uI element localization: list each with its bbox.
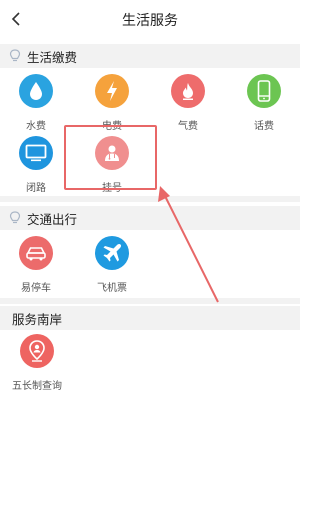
lightbulb-icon (8, 211, 22, 225)
parking-button[interactable]: 易停车 (6, 236, 66, 294)
cable-tv-button[interactable]: 闭路 (6, 136, 66, 194)
gas-bill-label: 气费 (178, 121, 198, 132)
page: 生活服务 生活缴费 水费 电费 气费 话费 闭路 挂号 交通出行 易停车 飞机票… (0, 0, 300, 522)
register-button[interactable]: 挂号 (82, 136, 142, 194)
register-label: 挂号 (102, 183, 122, 194)
tv-icon (19, 136, 53, 170)
airplane-icon (95, 236, 129, 270)
section-title-south: 服务南岸 (12, 312, 63, 327)
phone-bill-label: 话费 (254, 121, 274, 132)
flight-ticket-button[interactable]: 飞机票 (82, 236, 142, 294)
river-chief-query-label: 五长制查询 (12, 381, 62, 392)
section-title-transport: 交通出行 (27, 212, 78, 227)
gas-bill-button[interactable]: 气费 (158, 74, 218, 132)
car-icon (19, 236, 53, 270)
lightning-icon (95, 74, 129, 108)
phone-bill-button[interactable]: 话费 (234, 74, 294, 132)
section-title-life: 生活缴费 (27, 50, 78, 65)
doctor-icon (95, 136, 129, 170)
page-title: 生活服务 (122, 12, 178, 28)
flame-icon (171, 74, 205, 108)
electricity-bill-label: 电费 (102, 121, 122, 132)
section-header-south: 服务南岸 (0, 306, 300, 330)
mobile-phone-icon (247, 74, 281, 108)
parking-label: 易停车 (21, 283, 51, 294)
lightbulb-icon (8, 49, 22, 63)
top-bar: 生活服务 (0, 0, 300, 40)
river-chief-query-button[interactable]: 五长制查询 (6, 334, 68, 392)
flight-ticket-label: 飞机票 (97, 283, 127, 294)
section-header-transport: 交通出行 (0, 206, 300, 230)
electricity-bill-button[interactable]: 电费 (82, 74, 142, 132)
cable-tv-label: 闭路 (26, 183, 46, 194)
divider (0, 298, 300, 304)
divider (0, 196, 300, 202)
water-drop-icon (19, 74, 53, 108)
water-bill-label: 水费 (26, 121, 46, 132)
water-bill-button[interactable]: 水费 (6, 74, 66, 132)
section-header-life: 生活缴费 (0, 44, 300, 68)
location-person-icon (20, 334, 54, 368)
